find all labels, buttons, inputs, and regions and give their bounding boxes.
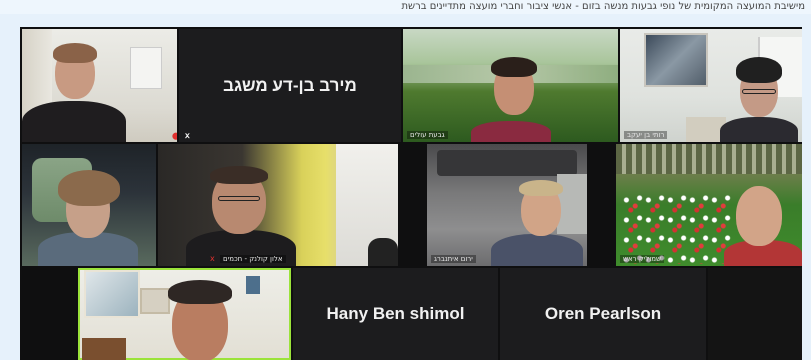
flower-field [622, 194, 732, 264]
person-body [720, 117, 798, 142]
video-tile-p3[interactable]: גבעת עולים [403, 29, 618, 142]
video-tile-p10[interactable]: Hany Ben shimol [293, 268, 498, 360]
person-head [736, 186, 782, 246]
tree-line [616, 144, 802, 174]
glasses-icon [742, 89, 776, 94]
microphone-muted-icon: ⬤ [172, 132, 177, 140]
empty-tile [708, 268, 802, 360]
video-tile-p1[interactable]: ⬤ [22, 29, 177, 142]
window-frame [130, 47, 162, 89]
person-body [491, 234, 583, 266]
wall-map [84, 270, 140, 318]
picture-frame [140, 288, 170, 314]
microphone-muted-icon: ⅹ [185, 131, 190, 140]
video-tile-p5[interactable] [22, 144, 156, 266]
zoom-gallery-view: ⬤ מירב בן-דע משגב ⅹ גבעת עולים רותי בן י… [20, 27, 802, 360]
person-hair [168, 280, 232, 304]
video-tile-p2[interactable]: מירב בן-דע משגב ⅹ [179, 29, 401, 142]
participant-name: מירב בן-דע משגב [223, 75, 357, 95]
person-hair [58, 170, 120, 206]
video-tile-p9-active-speaker[interactable] [78, 268, 291, 360]
wall-painting [644, 33, 708, 87]
glasses-icon [218, 196, 260, 201]
video-tile-p6[interactable]: ⅹ אלון קולנק - חכמים [158, 144, 398, 266]
person-hair [736, 57, 782, 83]
person-hair [53, 43, 97, 63]
car-roof [437, 150, 577, 176]
participant-label: ירום איתנברג [431, 255, 476, 263]
car-window [557, 174, 587, 234]
person-hair [210, 166, 268, 184]
person-body [22, 101, 126, 142]
second-person-shoulder [368, 238, 398, 266]
person-body [471, 121, 551, 142]
participant-label: אלון קולנק - חכמים [220, 255, 286, 263]
microphone-muted-icon: ⅹ [210, 254, 215, 263]
person-hair [491, 57, 537, 77]
participant-name: Hany Ben shimol [326, 304, 465, 323]
participant-label: שמוליק ראש [620, 255, 664, 263]
video-tile-p4[interactable]: רותי בן יעקב [620, 29, 802, 142]
caption-strip: מישיבת המועצה המקומית של נופי גבעות מנשה… [0, 0, 811, 14]
person-hair [519, 180, 563, 196]
participant-label: גבעת עולים [407, 131, 448, 139]
video-tile-p11[interactable]: Oren Pearlson [500, 268, 706, 360]
video-tile-p7[interactable]: ירום איתנברג [427, 144, 587, 266]
furniture [82, 338, 126, 360]
participant-label: רותי בן יעקב [624, 131, 668, 139]
video-tile-p8[interactable]: שמוליק ראש [616, 144, 802, 266]
participant-name: Oren Pearlson [544, 304, 662, 323]
picture-frame-small [246, 276, 260, 294]
